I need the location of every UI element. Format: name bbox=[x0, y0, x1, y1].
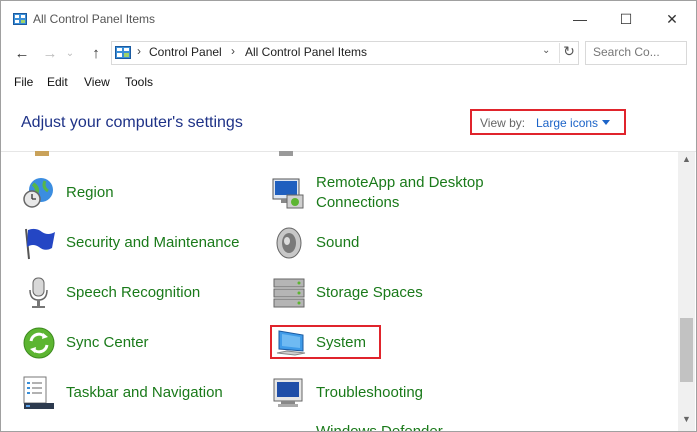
search-placeholder: Search Co... bbox=[593, 45, 660, 59]
item-storage-spaces[interactable]: Storage Spaces bbox=[316, 283, 423, 303]
maximize-button[interactable]: ☐ bbox=[603, 1, 649, 37]
content-header: Adjust your computer's settings View by:… bbox=[1, 97, 696, 152]
dropdown-caret-icon[interactable] bbox=[602, 120, 610, 125]
menu-view[interactable]: View bbox=[84, 75, 110, 89]
refresh-icon[interactable]: ↻ bbox=[559, 43, 578, 63]
item-sound[interactable]: Sound bbox=[316, 233, 359, 253]
security-flag-icon[interactable] bbox=[21, 225, 57, 261]
breadcrumb-separator[interactable]: › bbox=[137, 44, 141, 58]
item-speech-recognition[interactable]: Speech Recognition bbox=[66, 283, 200, 303]
system-highlight-box bbox=[270, 325, 381, 359]
item-security-and-maintenance[interactable]: Security and Maintenance bbox=[66, 233, 239, 253]
item-remoteapp-line1[interactable]: RemoteApp and Desktop bbox=[316, 173, 484, 193]
scrollbar-thumb[interactable] bbox=[680, 318, 693, 382]
forward-arrow-icon[interactable]: → bbox=[41, 45, 59, 63]
page-title: Adjust your computer's settings bbox=[21, 114, 243, 131]
item-taskbar-and-navigation[interactable]: Taskbar and Navigation bbox=[66, 383, 223, 403]
speaker-icon[interactable] bbox=[271, 225, 307, 261]
region-globe-clock-icon[interactable] bbox=[21, 175, 57, 211]
item-troubleshooting[interactable]: Troubleshooting bbox=[316, 383, 423, 403]
storage-spaces-icon[interactable] bbox=[271, 275, 307, 311]
breadcrumb-control-panel[interactable]: Control Panel bbox=[149, 45, 222, 59]
item-region[interactable]: Region bbox=[66, 183, 114, 203]
address-dropdown-icon[interactable]: ⌄ bbox=[542, 45, 550, 56]
view-by-selector[interactable]: View by: Large icons bbox=[470, 109, 626, 135]
scroll-down-arrow-icon[interactable]: ▼ bbox=[678, 414, 695, 424]
back-arrow-icon[interactable]: ← bbox=[13, 45, 31, 63]
troubleshooting-icon[interactable] bbox=[271, 375, 307, 411]
view-by-dropdown[interactable]: Large icons bbox=[536, 116, 598, 130]
breadcrumb-all-items[interactable]: All Control Panel Items bbox=[245, 45, 367, 59]
menu-tools[interactable]: Tools bbox=[125, 75, 153, 89]
sync-center-icon[interactable] bbox=[21, 325, 57, 361]
taskbar-icon[interactable] bbox=[21, 375, 57, 411]
remoteapp-icon[interactable] bbox=[271, 175, 307, 211]
breadcrumb-separator[interactable]: › bbox=[231, 44, 235, 58]
item-remoteapp-line2[interactable]: Connections bbox=[316, 193, 399, 213]
scroll-up-arrow-icon[interactable]: ▲ bbox=[678, 154, 695, 164]
control-panel-window: All Control Panel Items — ☐ ✕ ← → ⌄ ↑ › … bbox=[0, 0, 697, 432]
up-arrow-icon[interactable]: ↑ bbox=[87, 45, 105, 63]
close-button[interactable]: ✕ bbox=[649, 1, 695, 37]
title-bar: All Control Panel Items — ☐ ✕ bbox=[1, 1, 696, 39]
address-bar[interactable]: › Control Panel › All Control Panel Item… bbox=[111, 41, 579, 65]
vertical-scrollbar[interactable]: ▲ ▼ bbox=[678, 152, 695, 431]
item-sync-center[interactable]: Sync Center bbox=[66, 333, 149, 353]
minimize-button[interactable]: — bbox=[557, 1, 603, 37]
control-panel-icon bbox=[13, 13, 27, 25]
view-by-label: View by: bbox=[480, 116, 526, 130]
window-title: All Control Panel Items bbox=[33, 12, 156, 26]
partial-item-icon bbox=[35, 151, 49, 156]
control-panel-icon bbox=[115, 46, 131, 59]
search-input[interactable]: Search Co... bbox=[585, 41, 687, 65]
partial-item-icon bbox=[279, 151, 293, 156]
menu-file[interactable]: File bbox=[14, 75, 33, 89]
microphone-icon[interactable] bbox=[21, 275, 57, 311]
recent-locations-chevron-icon[interactable]: ⌄ bbox=[61, 45, 79, 63]
item-partial-windows-defender[interactable]: Windows Defender bbox=[316, 422, 443, 431]
menu-edit[interactable]: Edit bbox=[47, 75, 68, 89]
